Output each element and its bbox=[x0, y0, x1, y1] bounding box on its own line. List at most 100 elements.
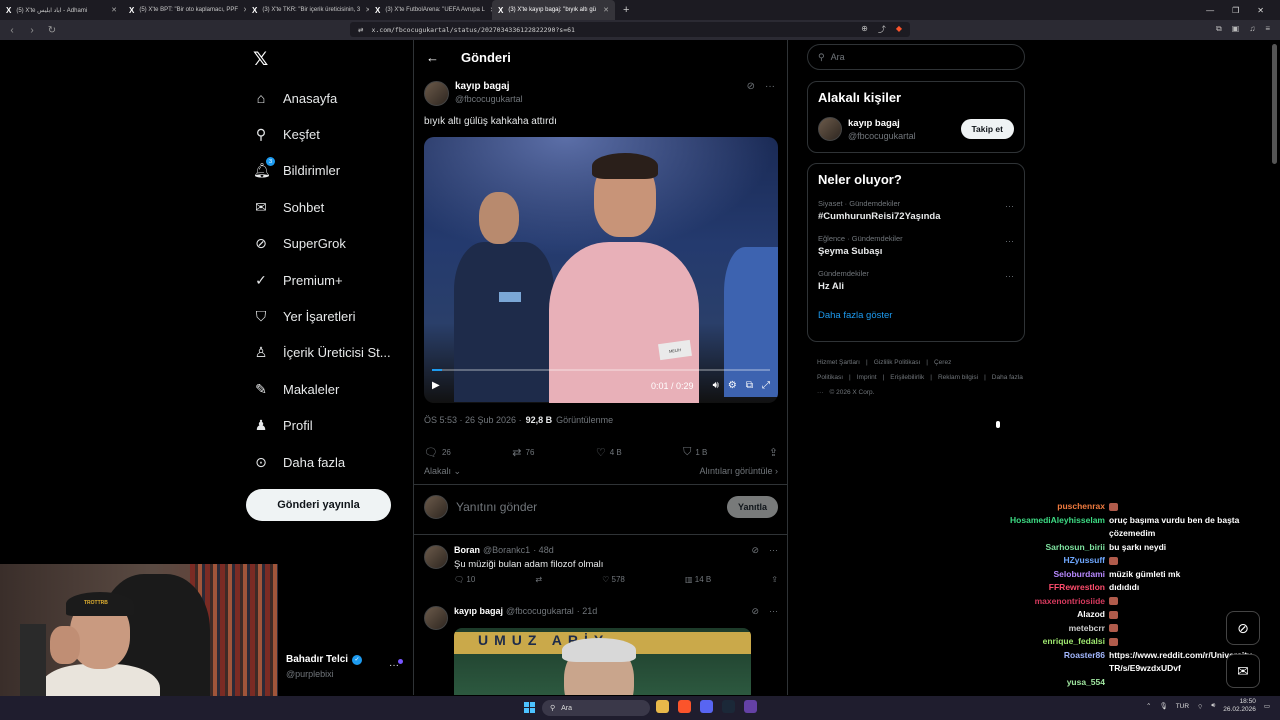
media-icon[interactable]: ♫ bbox=[1249, 24, 1255, 34]
obs-icon[interactable] bbox=[744, 700, 757, 713]
volume-icon[interactable]: 🔊︎ bbox=[713, 380, 719, 391]
messages-fab-icon[interactable]: ✉ bbox=[1226, 654, 1260, 688]
reload-icon[interactable]: ↻ bbox=[44, 25, 60, 36]
grok-fab-icon[interactable]: ⊘ bbox=[1226, 611, 1260, 645]
tweet-timestamp[interactable]: ÖS 5:53 · 26 Şub 2026 · bbox=[424, 415, 522, 425]
close-icon[interactable]: ✕ bbox=[603, 6, 609, 14]
fullscreen-icon[interactable]: ⤢ bbox=[762, 380, 770, 391]
steam-icon[interactable] bbox=[722, 700, 735, 713]
avatar[interactable] bbox=[424, 606, 448, 630]
browser-tab-active[interactable]: X (3) X'te kayıp bagaj: "bıyık altı gü ✕ bbox=[492, 0, 615, 20]
sidebar-item-supergrok[interactable]: ⊘ SuperGrok bbox=[253, 226, 391, 262]
sidebar-item-explore[interactable]: ⚲ Keşfet bbox=[253, 116, 391, 152]
url-bar[interactable]: ⇄ x.com/fbcocugukartal/status/2027034336… bbox=[350, 22, 910, 37]
reply-author-name[interactable]: Boran bbox=[454, 545, 480, 555]
chat-username[interactable]: metebcrr bbox=[960, 622, 1105, 636]
back-arrow-icon[interactable]: ‹ bbox=[4, 25, 20, 36]
avatar[interactable] bbox=[424, 545, 448, 569]
chat-username[interactable]: enrique_fedalsi bbox=[960, 635, 1105, 649]
chevron-up-icon[interactable]: ⌃ bbox=[1146, 702, 1151, 710]
sidebar-toggle-icon[interactable]: ▣ bbox=[1232, 24, 1240, 34]
chat-username[interactable]: Alazod bbox=[960, 608, 1105, 622]
windows-start-icon[interactable] bbox=[524, 702, 535, 713]
more-options-icon[interactable]: ··· bbox=[765, 81, 775, 92]
share-icon[interactable]: ⤴ bbox=[878, 24, 886, 35]
video-progress-bar[interactable] bbox=[432, 369, 770, 371]
discord-icon[interactable] bbox=[700, 700, 713, 713]
grok-icon[interactable]: ⊘ bbox=[751, 606, 759, 617]
views-action[interactable]: ▥ 14 B bbox=[685, 575, 711, 584]
chat-username[interactable]: maxenontriosiide bbox=[960, 595, 1105, 609]
footer-link[interactable]: Erişilebilirlik bbox=[890, 374, 924, 381]
wifi-icon[interactable]: ⌔ bbox=[1197, 702, 1203, 711]
reply-input[interactable]: Yanıtını gönder bbox=[456, 500, 537, 514]
forward-arrow-icon[interactable]: › bbox=[24, 25, 40, 36]
sidebar-item-bookmarks[interactable]: ⛉ Yer İşaretleri bbox=[253, 298, 391, 334]
brave-shield-icon[interactable]: ◆ bbox=[896, 24, 902, 35]
more-options-icon[interactable]: ··· bbox=[769, 545, 778, 556]
zoom-icon[interactable]: ⊕ bbox=[861, 24, 868, 35]
share-action[interactable]: ⇪ bbox=[769, 446, 778, 459]
author-name[interactable]: kayıp bagaj bbox=[455, 81, 523, 92]
related-person[interactable]: kayıp bagaj @fbcocugukartal Takip et bbox=[818, 117, 1014, 141]
play-icon[interactable]: ▶ bbox=[432, 380, 440, 391]
close-icon[interactable]: ✕ bbox=[111, 6, 117, 14]
volume-icon[interactable]: 🔊︎ bbox=[1211, 702, 1215, 710]
avatar[interactable] bbox=[818, 117, 842, 141]
brave-icon[interactable] bbox=[678, 700, 691, 713]
minimize-icon[interactable]: — bbox=[1206, 6, 1214, 15]
mic-icon[interactable]: 🎙︎ bbox=[1159, 702, 1167, 710]
x-logo-icon[interactable]: 𝕏 bbox=[253, 48, 268, 71]
browser-tab[interactable]: X(3) X'te FutbolArena: "UEFA Avrupa L✕ bbox=[369, 0, 492, 20]
view-quotes-link[interactable]: Alıntıları görüntüle › bbox=[699, 466, 778, 477]
sidebar-item-creator-studio[interactable]: ♙ İçerik Üreticisi St... bbox=[253, 335, 391, 371]
lang-indicator[interactable]: TUR bbox=[1176, 703, 1189, 710]
grok-icon[interactable]: ⊘ bbox=[747, 81, 755, 92]
chat-username[interactable]: puschenrax bbox=[960, 500, 1105, 514]
sidebar-item-profile[interactable]: ♟ Profil bbox=[253, 408, 391, 444]
reply-action[interactable]: 🗨︎ 10 bbox=[454, 575, 475, 584]
scrollbar[interactable] bbox=[1272, 44, 1277, 164]
file-explorer-icon[interactable] bbox=[656, 700, 669, 713]
show-more-link[interactable]: Daha fazla göster bbox=[818, 310, 1014, 321]
sidebar-item-chat[interactable]: ✉ Sohbet bbox=[253, 189, 391, 225]
like-action[interactable]: ♡ 578 bbox=[602, 575, 625, 584]
extensions-icon[interactable]: ⧉ bbox=[1216, 24, 1222, 34]
share-icon[interactable]: ⇪ bbox=[771, 575, 778, 584]
related-person-name[interactable]: kayıp bagaj bbox=[848, 118, 916, 129]
more-options-icon[interactable]: ··· bbox=[1005, 201, 1014, 211]
settings-icon[interactable]: ⚙ bbox=[728, 380, 737, 391]
avatar[interactable] bbox=[424, 81, 449, 106]
search-input[interactable]: ⚲ Ara bbox=[807, 44, 1025, 70]
grok-icon[interactable]: ⊘ bbox=[751, 545, 759, 556]
follow-button[interactable]: Takip et bbox=[960, 119, 1014, 139]
chat-username[interactable]: FFRewrestlon bbox=[960, 581, 1105, 595]
taskbar-search[interactable]: ⚲ Ara bbox=[542, 700, 650, 716]
footer-link[interactable]: © 2026 X Corp. bbox=[830, 389, 875, 396]
footer-link[interactable]: Gizlilik Politikası bbox=[874, 359, 921, 366]
footer-link[interactable]: Hizmet Şartları bbox=[817, 359, 860, 366]
retweet-action[interactable]: ⇄ 76 bbox=[512, 446, 534, 459]
sidebar-item-home[interactable]: ⌂ Anasayfa bbox=[253, 80, 391, 116]
tweet-author[interactable]: kayıp bagaj @fbcocugukartal bbox=[424, 81, 523, 106]
browser-tab[interactable]: X (3) X'te TKR: "Bir içerik üreticisinin,… bbox=[246, 0, 369, 20]
chat-username[interactable]: Seloburdami bbox=[960, 568, 1105, 582]
post-button[interactable]: Gönderi yayınla bbox=[246, 489, 391, 521]
chat-username[interactable]: HosamediAleyhisselam bbox=[960, 514, 1105, 541]
footer-link[interactable]: Reklam bilgisi bbox=[938, 374, 978, 381]
back-arrow-icon[interactable]: ← bbox=[426, 50, 439, 65]
chat-username[interactable]: Sarhosun_birii bbox=[960, 541, 1105, 555]
new-tab-button[interactable]: + bbox=[615, 4, 637, 16]
reply-author-name[interactable]: kayıp bagaj bbox=[454, 606, 503, 616]
reply-action[interactable]: 🗨︎ 26 bbox=[424, 446, 451, 459]
more-options-icon[interactable]: ··· bbox=[1005, 236, 1014, 246]
sidebar-item-notifications[interactable]: 🔔︎ 3 Bildirimler bbox=[253, 153, 391, 189]
video-player[interactable]: MELİH ▶ 0:01 / 0:29 🔊︎ ⚙ ⧉ ⤢ bbox=[424, 137, 778, 403]
like-action[interactable]: ♡ 4 B bbox=[596, 446, 622, 459]
close-window-icon[interactable]: ✕ bbox=[1257, 6, 1264, 15]
clock[interactable]: 18:50 26.02.2026 bbox=[1223, 698, 1256, 714]
pip-icon[interactable]: ⧉ bbox=[746, 380, 753, 391]
more-options-icon[interactable]: ··· bbox=[769, 606, 778, 617]
trend-item[interactable]: Eğlence · Gündemdekiler Şeyma Subaşı ··· bbox=[818, 234, 1014, 257]
browser-tab[interactable]: X (5) X'te BPT: "Bir oto kaplamacı, PPF ✕ bbox=[123, 0, 246, 20]
